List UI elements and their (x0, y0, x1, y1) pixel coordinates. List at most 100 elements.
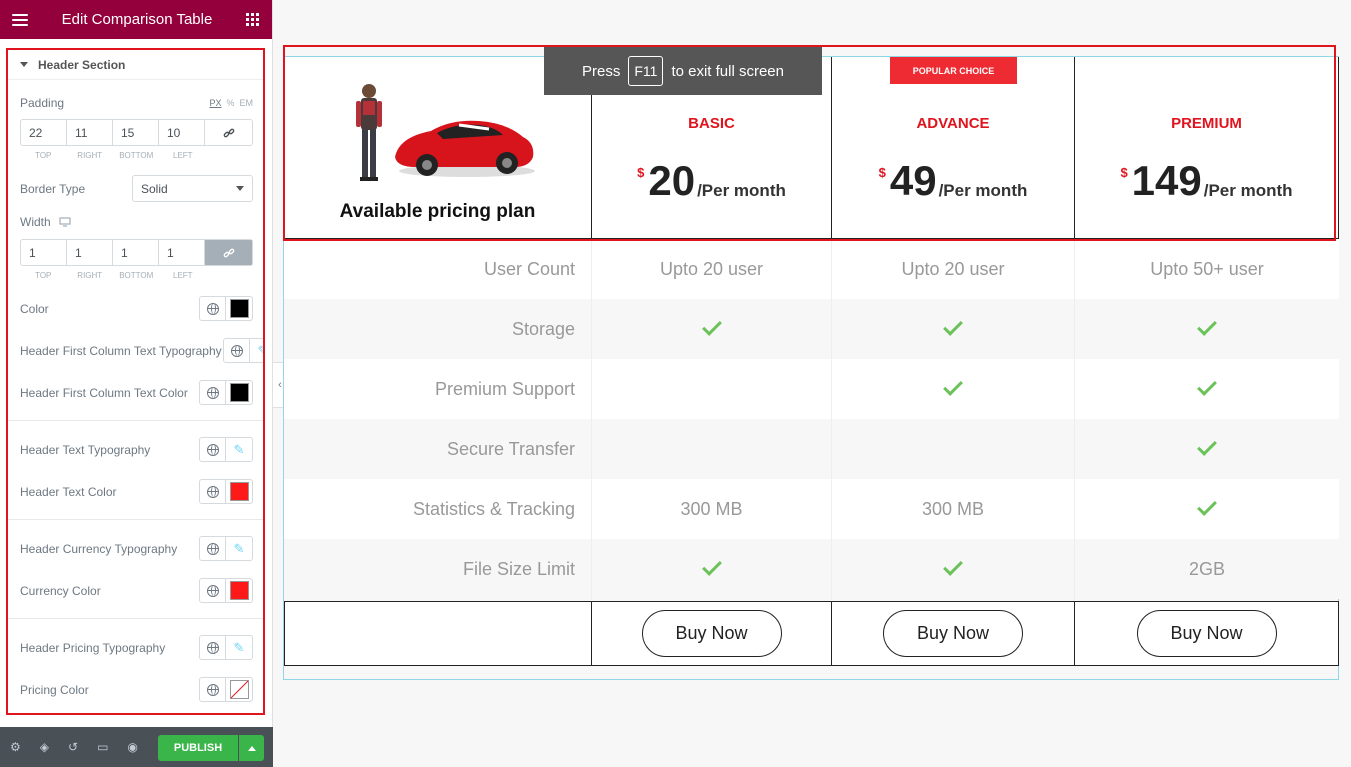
navigator-layers-icon[interactable]: ◈ (40, 740, 49, 754)
footer-cell: Buy Now (1075, 602, 1339, 665)
popular-choice-badge: POPULAR CHOICE (890, 57, 1017, 84)
globe-icon (206, 302, 219, 315)
first-column-title: Available pricing plan (339, 201, 536, 222)
padding-right-input[interactable]: 11 (67, 120, 113, 145)
feature-cell (592, 539, 832, 599)
feature-label: Secure Transfer (284, 419, 592, 479)
publish-button[interactable]: PUBLISH (158, 735, 238, 761)
padding-side-labels: TOP RIGHT BOTTOM LEFT (20, 151, 206, 160)
currency-typography-row: Header Currency Typography ✎ (20, 536, 253, 561)
global-typography-button[interactable] (199, 635, 226, 660)
table-footer-row: Buy Now Buy Now Buy Now (284, 601, 1339, 666)
edit-typography-button[interactable]: ✎ (250, 338, 263, 363)
global-colors-button[interactable] (199, 479, 226, 504)
pricing-typography-row: Header Pricing Typography ✎ (20, 635, 253, 660)
global-typography-button[interactable] (199, 536, 226, 561)
color-picker[interactable] (226, 677, 253, 702)
table-row: Statistics & Tracking 300 MB 300 MB (284, 479, 1339, 539)
color-picker[interactable] (226, 578, 253, 603)
color-picker[interactable] (226, 380, 253, 405)
global-colors-button[interactable] (199, 677, 226, 702)
footer-cell: Buy Now (592, 602, 832, 665)
padding-label: Padding (20, 96, 65, 110)
pricing-color-row: Pricing Color (20, 677, 253, 702)
buy-now-button-advance[interactable]: Buy Now (883, 610, 1023, 657)
fullscreen-press-text: Press (582, 62, 621, 80)
comparison-table[interactable]: Available pricing plan BASIC $ 20 /Per m… (283, 56, 1339, 680)
feature-cell (832, 359, 1075, 419)
global-colors-button[interactable] (199, 296, 226, 321)
feature-cell (1075, 419, 1339, 479)
plan-header-advance[interactable]: POPULAR CHOICE ADVANCE $ 49 /Per month (832, 57, 1075, 239)
side-label: LEFT (172, 271, 193, 280)
width-bottom-input[interactable]: 1 (113, 240, 159, 265)
responsive-mode-icon[interactable]: ▭ (97, 740, 108, 754)
color-picker[interactable] (226, 296, 253, 321)
width-right-input[interactable]: 1 (67, 240, 113, 265)
history-icon[interactable]: ↺ (68, 740, 78, 754)
unit-percent[interactable]: % (226, 98, 234, 108)
widgets-grid-icon[interactable] (246, 12, 260, 27)
buy-now-button-basic[interactable]: Buy Now (641, 610, 782, 657)
plan-header-premium[interactable]: PREMIUM $ 149 /Per month (1075, 57, 1339, 239)
hamburger-menu-icon[interactable] (12, 13, 28, 26)
globe-icon (206, 584, 219, 597)
table-body: User Count Upto 20 user Upto 20 user Upto 5… (284, 239, 1339, 599)
border-type-select[interactable]: Solid (132, 175, 253, 202)
globe-icon (206, 485, 219, 498)
padding-bottom-input[interactable]: 15 (113, 120, 159, 145)
check-icon (1197, 436, 1217, 456)
global-typography-button[interactable] (199, 437, 226, 462)
feature-cell (832, 299, 1075, 359)
width-inputs: 1 1 1 1 (20, 239, 253, 266)
padding-top-input[interactable]: 22 (21, 120, 67, 145)
settings-gear-icon[interactable]: ⚙ (10, 740, 21, 754)
pencil-icon: ✎ (258, 343, 263, 359)
pricing-typography-label: Header Pricing Typography (20, 640, 166, 655)
globe-icon (206, 641, 219, 654)
color-picker[interactable] (226, 479, 253, 504)
padding-left-input[interactable]: 10 (159, 120, 205, 145)
width-row: Width (20, 215, 253, 229)
edit-typography-button[interactable]: ✎ (226, 437, 253, 462)
chevron-up-icon (247, 745, 256, 751)
feature-cell (1075, 299, 1339, 359)
unit-px[interactable]: PX (209, 98, 221, 108)
check-icon (701, 556, 722, 576)
check-icon (943, 556, 963, 576)
buy-now-button-premium[interactable]: Buy Now (1136, 610, 1277, 657)
global-colors-button[interactable] (199, 380, 226, 405)
section-toggle[interactable]: Header Section (8, 50, 263, 80)
edit-typography-button[interactable]: ✎ (226, 536, 253, 561)
first-col-color-row: Header First Column Text Color (20, 380, 253, 405)
link-values-button[interactable] (205, 120, 252, 145)
global-colors-button[interactable] (199, 578, 226, 603)
link-values-button-active[interactable] (205, 240, 252, 265)
side-label: RIGHT (77, 151, 103, 160)
publish-options-button[interactable] (239, 735, 264, 761)
divider (8, 519, 263, 520)
border-type-value: Solid (141, 181, 168, 196)
editor-panel: Edit Comparison Table Header Section Pad… (0, 0, 273, 767)
globe-icon (230, 344, 243, 357)
table-row: User Count Upto 20 user Upto 20 user Upto 5… (284, 239, 1339, 299)
feature-cell (592, 359, 832, 419)
desktop-icon[interactable] (59, 217, 71, 227)
preview-eye-icon[interactable]: ◉ (127, 740, 137, 754)
width-label: Width (20, 215, 51, 229)
unit-em[interactable]: EM (240, 98, 254, 108)
link-icon (223, 128, 234, 137)
edit-typography-button[interactable]: ✎ (226, 635, 253, 660)
chevron-left-icon: ‹ (278, 379, 282, 391)
plan-name: PREMIUM (1171, 115, 1242, 132)
color-swatch (229, 581, 249, 600)
width-top-input[interactable]: 1 (21, 240, 67, 265)
width-left-input[interactable]: 1 (159, 240, 205, 265)
panel-title: Edit Comparison Table (61, 11, 213, 28)
pencil-icon: ✎ (233, 441, 245, 457)
global-typography-button[interactable] (223, 338, 250, 363)
globe-icon (206, 443, 219, 456)
plan-name: ADVANCE (916, 115, 990, 132)
footer-empty-cell (285, 602, 592, 665)
feature-label: File Size Limit (284, 539, 592, 599)
